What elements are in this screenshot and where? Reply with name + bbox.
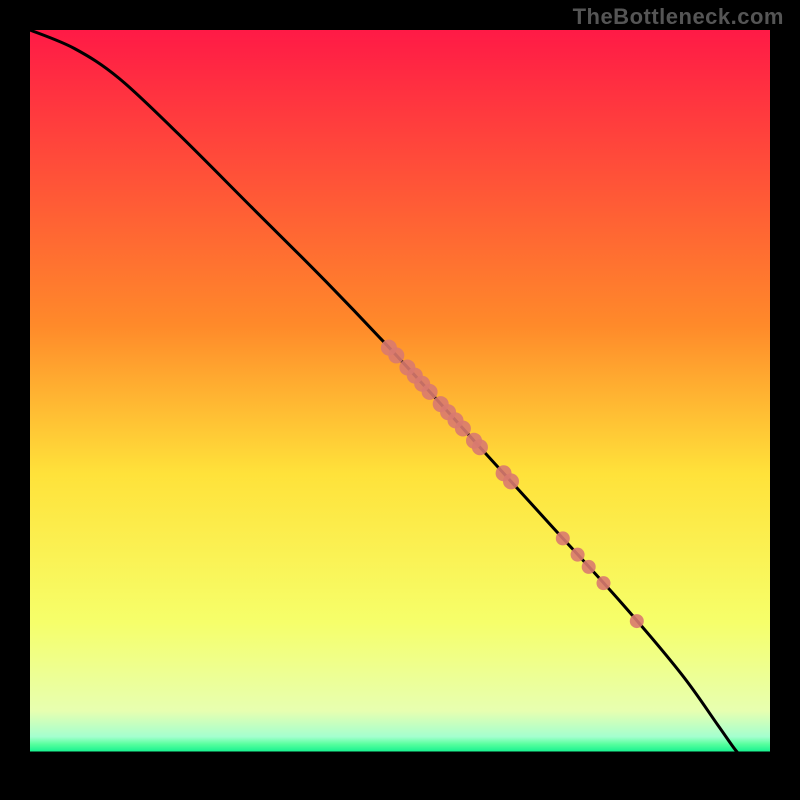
highlight-marker <box>597 576 611 590</box>
chart-stage: TheBottleneck.com <box>0 0 800 800</box>
highlight-marker <box>630 614 644 628</box>
highlight-marker <box>556 531 570 545</box>
highlight-marker <box>472 439 488 455</box>
highlight-marker <box>455 420 471 436</box>
highlight-marker <box>388 347 404 363</box>
chart-svg <box>0 0 800 800</box>
highlight-marker <box>422 384 438 400</box>
highlight-marker <box>582 560 596 574</box>
highlight-marker <box>571 548 585 562</box>
highlight-marker <box>503 473 519 489</box>
